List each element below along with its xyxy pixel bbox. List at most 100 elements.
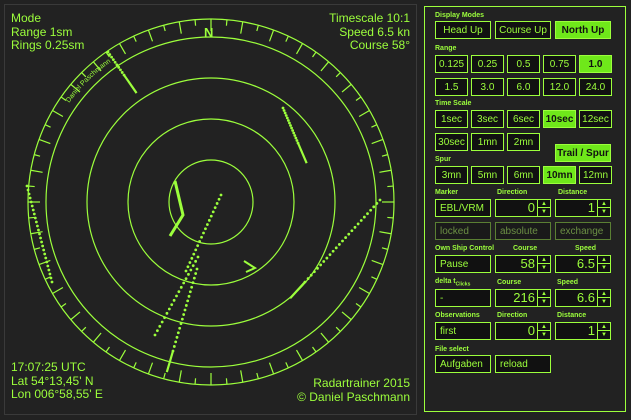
trail-dot	[369, 208, 373, 212]
aufgaben-button[interactable]: Aufgaben	[435, 355, 491, 373]
bearing-tick	[30, 231, 43, 235]
trail-dot	[217, 197, 221, 201]
own-ship-speed-stepper[interactable]: 6.5 ▲ ▼	[555, 255, 611, 273]
time-scale-button-3sec[interactable]: 3sec	[471, 110, 504, 128]
arrow-down-icon[interactable]: ▼	[598, 331, 610, 339]
bearing-tick	[371, 276, 378, 280]
speed-text: Speed 6.5 kn	[339, 24, 410, 39]
radar-display[interactable]: N Daniel Paschmann Mode Range 1sm Rings …	[4, 4, 417, 415]
arrow-up-icon[interactable]: ▲	[538, 200, 550, 208]
arrow-up-icon[interactable]: ▲	[598, 323, 610, 331]
trail-dot	[49, 276, 53, 280]
time-scale-button-30sec[interactable]: 30sec	[435, 133, 468, 151]
range-button-0-25[interactable]: 0.25	[471, 55, 504, 73]
control-panel: Display Modes Head Up Course Up North Up…	[424, 6, 626, 412]
spur-button-12mn[interactable]: 12mn	[579, 166, 612, 184]
locked-button[interactable]: locked	[435, 222, 491, 240]
arrow-up-icon[interactable]: ▲	[538, 256, 550, 264]
delta-speed-label: Speed	[557, 279, 579, 286]
range-button-0-125[interactable]: 0.125	[435, 55, 468, 73]
delta-speed-stepper[interactable]: 6.6 ▲ ▼	[555, 289, 611, 307]
exchange-button[interactable]: exchange	[555, 222, 611, 240]
obs-distance-stepper[interactable]: 1 ▲ ▼	[555, 322, 611, 340]
absolute-button[interactable]: absolute	[495, 222, 551, 240]
trail-dot	[45, 260, 49, 264]
arrow-up-icon[interactable]: ▲	[598, 200, 610, 208]
time-scale-button-2mn[interactable]: 2mn	[507, 133, 540, 151]
pause-button[interactable]: Pause	[435, 255, 491, 273]
bearing-ticks	[28, 19, 394, 385]
time-scale-button-10sec[interactable]: 10sec	[543, 110, 576, 128]
trail-dot	[44, 256, 48, 260]
north-up-button[interactable]: North Up	[555, 21, 611, 39]
trail-dot	[29, 200, 33, 204]
arrow-down-icon[interactable]: ▼	[598, 208, 610, 216]
range-button-6-0[interactable]: 6.0	[507, 78, 540, 96]
bearing-tick	[335, 326, 341, 332]
time-scale-button-12sec[interactable]: 12sec	[579, 110, 612, 128]
time-scale-button-1sec[interactable]: 1sec	[435, 110, 468, 128]
arrow-up-icon[interactable]: ▲	[598, 290, 610, 298]
bearing-tick	[341, 311, 352, 321]
delta-t-button[interactable]: -	[435, 289, 491, 307]
arrow-down-icon[interactable]: ▼	[538, 208, 550, 216]
own-ship-course-label: Course	[513, 245, 538, 252]
bearing-tick	[240, 370, 244, 383]
arrow-down-icon[interactable]: ▼	[598, 264, 610, 272]
trail-dot	[344, 236, 348, 239]
radar-info-bottomleft: 17:07:25 UTC Lat 54°13,45' N Lon 006°58,…	[11, 360, 103, 402]
marker-direction-stepper[interactable]: 0 ▲ ▼	[495, 199, 551, 217]
bearing-tick	[81, 72, 87, 78]
trail-dot	[372, 205, 376, 209]
ebl-vrm-button[interactable]: EBL/VRM	[435, 199, 491, 217]
ring-author-text: Daniel Paschmann	[65, 58, 112, 104]
trail-dot	[290, 126, 293, 130]
bearing-tick	[387, 185, 394, 188]
bearing-tick	[320, 332, 330, 343]
trail-dot	[205, 223, 209, 226]
range-ring-4	[45, 36, 377, 368]
range-button-0-5[interactable]: 0.5	[507, 55, 540, 73]
trail-dot	[211, 210, 215, 214]
range-button-24-0[interactable]: 24.0	[579, 78, 612, 96]
trail-dot	[331, 249, 335, 253]
course-up-button[interactable]: Course Up	[495, 21, 551, 39]
mode-text: Mode	[11, 11, 42, 25]
range-button-3-0[interactable]: 3.0	[471, 78, 504, 96]
arrow-down-icon[interactable]: ▼	[598, 298, 610, 306]
first-observation-button[interactable]: first	[435, 322, 491, 340]
trail-dot	[167, 307, 171, 311]
trail-dot	[190, 285, 194, 289]
range-button-0-75[interactable]: 0.75	[543, 55, 576, 73]
bearing-tick	[335, 72, 341, 78]
spur-button-6mn[interactable]: 6mn	[507, 166, 540, 184]
range-button-1-5[interactable]: 1.5	[435, 78, 468, 96]
arrow-down-icon[interactable]: ▼	[538, 331, 550, 339]
marker-label: Marker	[435, 189, 458, 196]
arrow-down-icon[interactable]: ▼	[538, 264, 550, 272]
spur-button-3mn[interactable]: 3mn	[435, 166, 468, 184]
head-up-button[interactable]: Head Up	[435, 21, 491, 39]
arrow-down-icon[interactable]: ▼	[538, 298, 550, 306]
arrow-up-icon[interactable]: ▲	[538, 323, 550, 331]
range-button-12-0[interactable]: 12.0	[543, 78, 576, 96]
obs-direction-stepper[interactable]: 0 ▲ ▼	[495, 322, 551, 340]
marker-distance-stepper[interactable]: 1 ▲ ▼	[555, 199, 611, 217]
trail-dot	[186, 299, 190, 303]
observations-label: Observations	[435, 312, 480, 319]
spur-button-10mn[interactable]: 10mn	[543, 166, 576, 184]
trail-dot	[120, 71, 124, 74]
trail-dot	[175, 294, 178, 298]
time-scale-button-1mn[interactable]: 1mn	[471, 133, 504, 151]
arrow-up-icon[interactable]: ▲	[538, 290, 550, 298]
trail-dot	[34, 220, 38, 224]
arrow-up-icon[interactable]: ▲	[598, 256, 610, 264]
bearing-tick	[256, 25, 259, 32]
range-button-1-0[interactable]: 1.0	[579, 55, 612, 73]
own-ship-course-stepper[interactable]: 58 ▲ ▼	[495, 255, 551, 273]
trail-spur-button[interactable]: Trail / Spur	[555, 144, 611, 162]
time-scale-button-6sec[interactable]: 6sec	[507, 110, 540, 128]
reload-button[interactable]: reload	[495, 355, 551, 373]
delta-course-stepper[interactable]: 216 ▲ ▼	[495, 289, 551, 307]
spur-button-5mn[interactable]: 5mn	[471, 166, 504, 184]
